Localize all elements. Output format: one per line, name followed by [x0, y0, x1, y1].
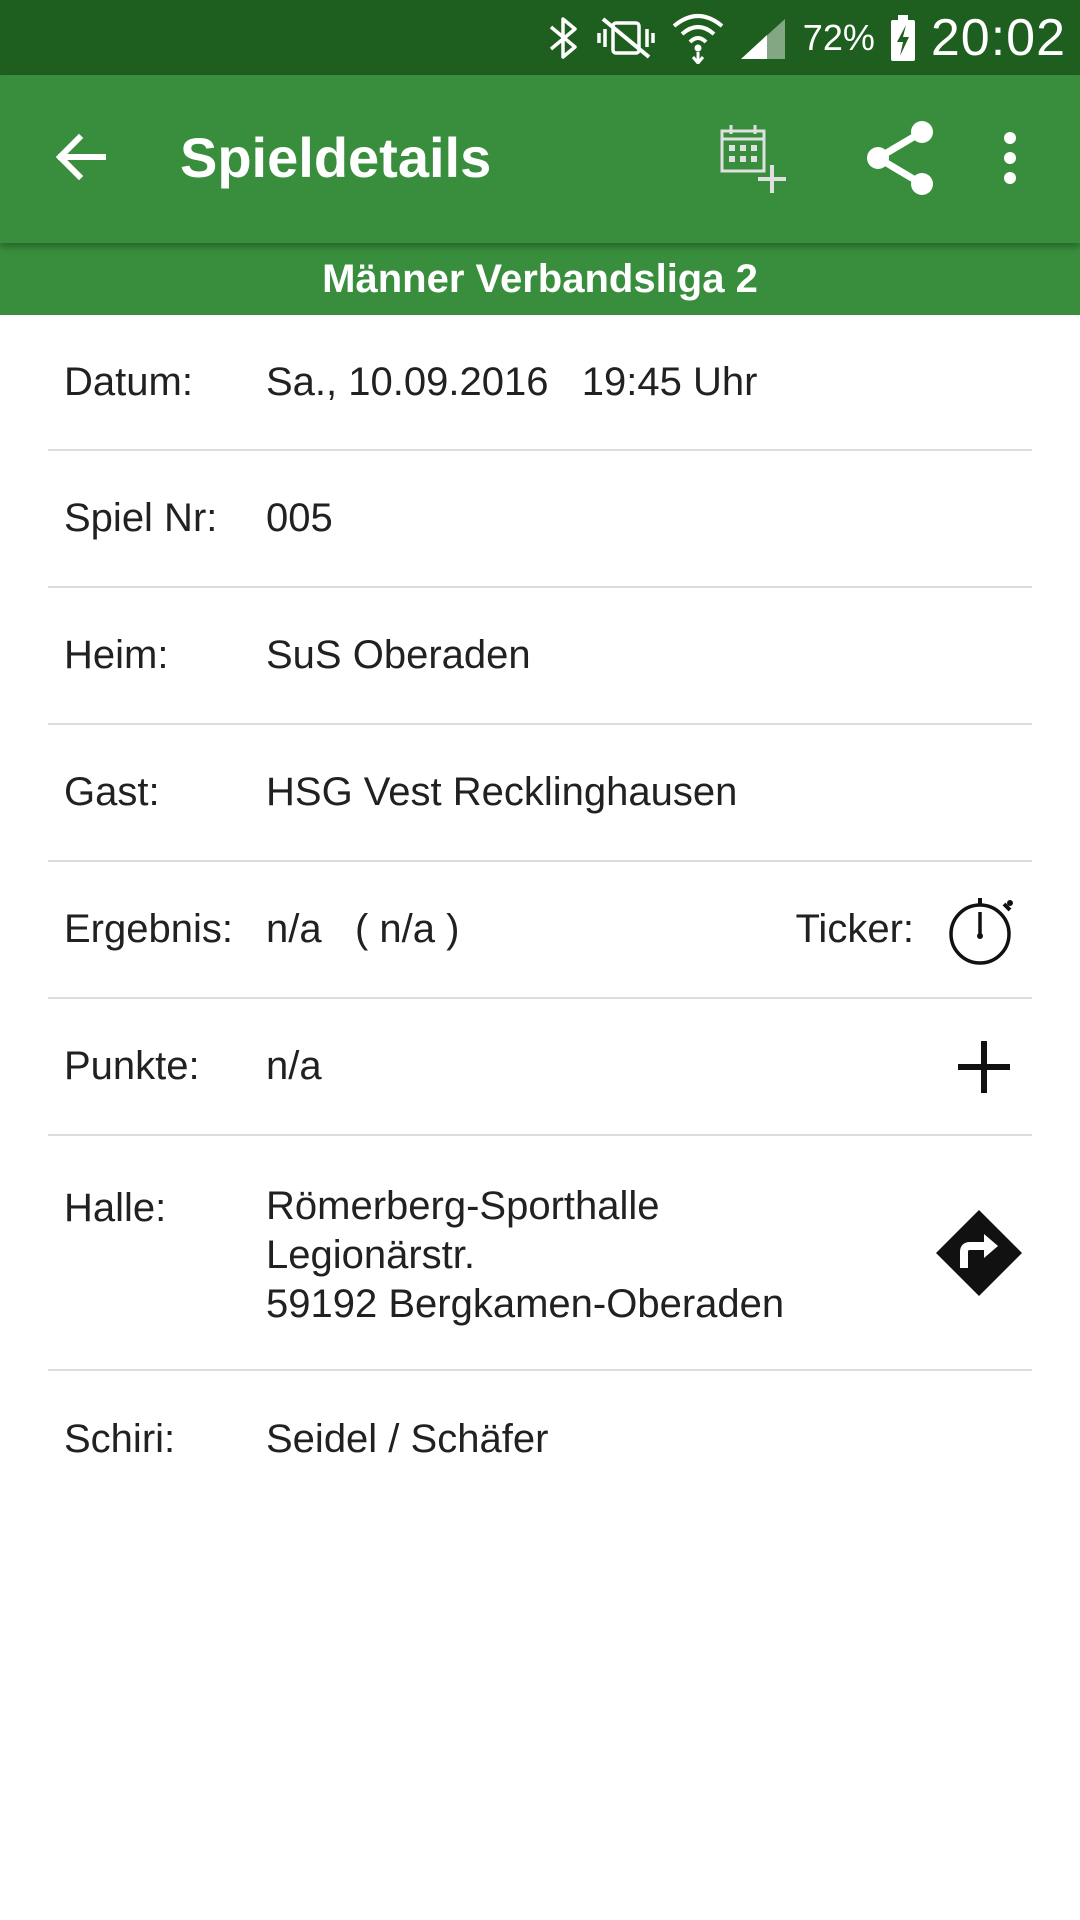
ergebnis-value: n/a ( n/a ): [266, 907, 460, 951]
back-button[interactable]: [40, 119, 120, 199]
battery-charging-icon: [889, 13, 917, 63]
app-bar: Spieldetails: [0, 75, 1080, 243]
spiel-nr-label: Spiel Nr:: [64, 496, 218, 540]
schiri-label: Schiri:: [64, 1417, 176, 1461]
overflow-menu-button[interactable]: [980, 115, 1040, 205]
datum-value: Sa., 10.09.2016 19:45 Uhr: [266, 359, 758, 404]
plus-icon: [956, 1039, 1012, 1095]
detail-row-datum: Datum: Sa., 10.09.2016 19:45 Uhr: [48, 315, 1032, 451]
punkte-value: n/a: [266, 1044, 322, 1088]
gast-label: Gast:: [64, 770, 160, 814]
heim-label: Heim:: [64, 633, 169, 677]
league-banner: Männer Verbandsliga 2: [0, 243, 1080, 315]
detail-row-gast: Gast: HSG Vest Recklinghausen: [48, 725, 1032, 862]
detail-row-spiel-nr: Spiel Nr: 005: [48, 451, 1032, 588]
schiri-value: Seidel / Schäfer: [266, 1417, 549, 1461]
detail-row-ergebnis: Ergebnis: n/a ( n/a ) Ticker:: [48, 862, 1032, 999]
calendar-add-icon: [718, 121, 792, 200]
ticker-group: Ticker:: [795, 894, 1016, 966]
directions-button[interactable]: [934, 1208, 1024, 1298]
gast-value: HSG Vest Recklinghausen: [266, 770, 738, 814]
battery-percent: 72%: [802, 16, 875, 58]
add-points-button[interactable]: [956, 1039, 1012, 1095]
spiel-nr-value: 005: [266, 496, 333, 540]
wifi-icon: [671, 13, 725, 64]
share-icon: [860, 118, 940, 203]
detail-row-halle: Halle: Römerberg-Sporthalle Legionärstr.…: [48, 1136, 1032, 1371]
detail-row-schiri: Schiri: Seidel / Schäfer: [48, 1371, 1032, 1508]
halle-city: 59192 Bergkamen-Oberaden: [266, 1282, 785, 1326]
page-title: Spieldetails: [180, 126, 492, 189]
punkte-label: Punkte:: [64, 1044, 200, 1088]
detail-row-punkte: Punkte: n/a: [48, 999, 1032, 1136]
back-arrow-icon: [53, 130, 107, 189]
halle-street: Legionärstr.: [266, 1233, 476, 1277]
datum-label: Datum:: [64, 359, 193, 404]
halle-name: Römerberg-Sporthalle: [266, 1184, 660, 1228]
game-details: Datum: Sa., 10.09.2016 19:45 Uhr Spiel N…: [48, 315, 1032, 1508]
ergebnis-label: Ergebnis:: [64, 907, 233, 951]
share-button[interactable]: [855, 115, 945, 205]
ticker-label: Ticker:: [795, 907, 914, 951]
stopwatch-icon[interactable]: [948, 894, 1016, 966]
halle-address: Römerberg-Sporthalle Legionärstr. 59192 …: [266, 1182, 784, 1329]
halle-label: Halle:: [64, 1186, 167, 1230]
vibrate-mute-icon: [595, 13, 657, 63]
signal-icon: [739, 13, 789, 63]
bluetooth-icon: [547, 13, 581, 63]
directions-icon: [934, 1208, 1024, 1298]
more-vert-icon: [1000, 130, 1020, 191]
clock: 20:02: [930, 8, 1066, 67]
calendar-add-button[interactable]: [710, 115, 800, 205]
detail-row-heim: Heim: SuS Oberaden: [48, 588, 1032, 725]
heim-value: SuS Oberaden: [266, 633, 531, 677]
status-bar: 72% 20:02: [0, 0, 1080, 75]
